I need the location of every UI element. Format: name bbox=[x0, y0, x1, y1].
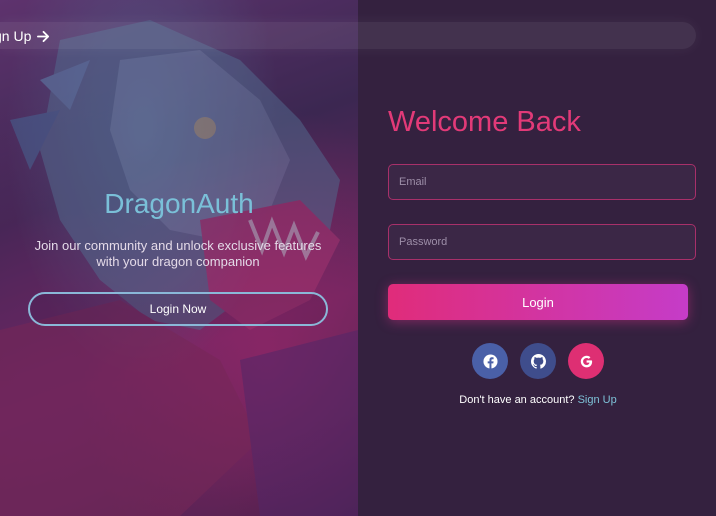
github-icon bbox=[530, 353, 546, 369]
signup-prompt-text: Don't have an account? bbox=[459, 394, 575, 406]
signup-link[interactable]: Sign Up bbox=[578, 394, 617, 406]
email-field[interactable] bbox=[388, 164, 696, 200]
login-button[interactable]: Login bbox=[388, 284, 688, 320]
arrow-right-icon bbox=[37, 30, 50, 42]
facebook-icon bbox=[482, 353, 498, 369]
top-signup-link[interactable]: gn Up bbox=[0, 27, 50, 45]
facebook-login-button[interactable] bbox=[472, 343, 508, 379]
signup-prompt: Don't have an account? Sign Up bbox=[388, 394, 688, 406]
password-field[interactable] bbox=[388, 224, 696, 260]
login-now-button[interactable]: Login Now bbox=[28, 292, 328, 326]
brand-tagline: Join our community and unlock exclusive … bbox=[34, 238, 322, 269]
top-signup-label: gn Up bbox=[0, 28, 32, 44]
github-login-button[interactable] bbox=[520, 343, 556, 379]
page-title: Welcome Back bbox=[388, 106, 581, 138]
google-icon bbox=[580, 355, 592, 367]
top-nav-bar bbox=[0, 22, 696, 49]
google-login-button[interactable] bbox=[568, 343, 604, 379]
brand-title: DragonAuth bbox=[104, 188, 254, 219]
